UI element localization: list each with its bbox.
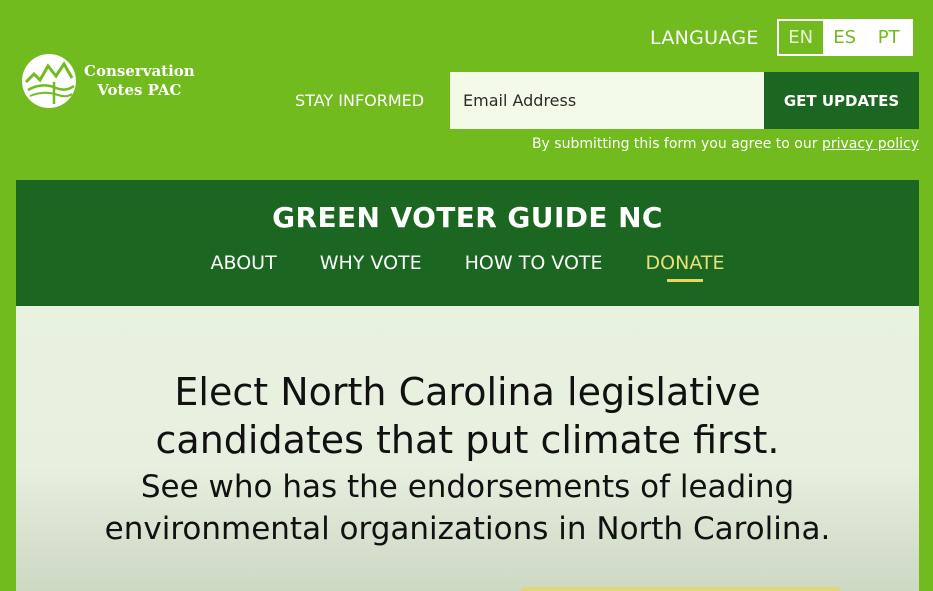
- voter-guide-nav-band: GREEN VOTER GUIDE NC ABOUT WHY VOTE HOW …: [16, 180, 919, 306]
- guide-title[interactable]: GREEN VOTER GUIDE NC: [16, 201, 919, 234]
- get-updates-button[interactable]: GET UPDATES: [764, 72, 919, 129]
- language-es-button[interactable]: ES: [822, 21, 867, 54]
- hero-headline-line-1: Elect North Carolina legislative: [174, 370, 761, 414]
- hero-section: Elect North Carolina legislative candida…: [16, 306, 919, 591]
- hero-cta-edge: [521, 587, 841, 591]
- logo-text: Conservation Votes PAC: [84, 62, 195, 100]
- nav-why-vote[interactable]: WHY VOTE: [320, 252, 422, 282]
- guide-nav: ABOUT WHY VOTE HOW TO VOTE DONATE: [16, 252, 919, 282]
- hero-subheadline: See who has the endorsements of leading …: [16, 466, 919, 550]
- stay-informed-label: STAY INFORMED: [295, 91, 425, 110]
- site-header: Conservation Votes PAC LANGUAGE EN ES PT…: [0, 0, 933, 180]
- nav-donate[interactable]: DONATE: [646, 252, 725, 282]
- language-options: EN ES PT: [776, 19, 913, 56]
- nav-about[interactable]: ABOUT: [211, 252, 277, 282]
- hero-sub-line-2: environmental organizations in North Car…: [104, 511, 831, 547]
- logo[interactable]: Conservation Votes PAC: [20, 52, 195, 110]
- language-label: LANGUAGE: [650, 26, 759, 49]
- privacy-notice: By submitting this form you agree to our…: [532, 136, 919, 152]
- logo-line-2: Votes PAC: [97, 81, 182, 99]
- privacy-notice-text: By submitting this form you agree to our: [531, 136, 822, 152]
- privacy-policy-link[interactable]: privacy policy: [822, 136, 919, 152]
- language-switcher: LANGUAGE EN ES PT: [650, 19, 913, 56]
- email-field[interactable]: [450, 72, 764, 129]
- hero-headline: Elect North Carolina legislative candida…: [16, 368, 919, 464]
- conservation-logo-icon: [22, 54, 76, 108]
- language-pt-button[interactable]: PT: [866, 21, 911, 54]
- nav-how-to-vote[interactable]: HOW TO VOTE: [465, 252, 603, 282]
- logo-line-1: Conservation: [84, 62, 195, 80]
- hero-headline-line-2: candidates that put climate first.: [155, 418, 780, 462]
- language-en-button[interactable]: EN: [778, 21, 823, 54]
- hero-sub-line-1: See who has the endorsements of leading: [140, 469, 795, 505]
